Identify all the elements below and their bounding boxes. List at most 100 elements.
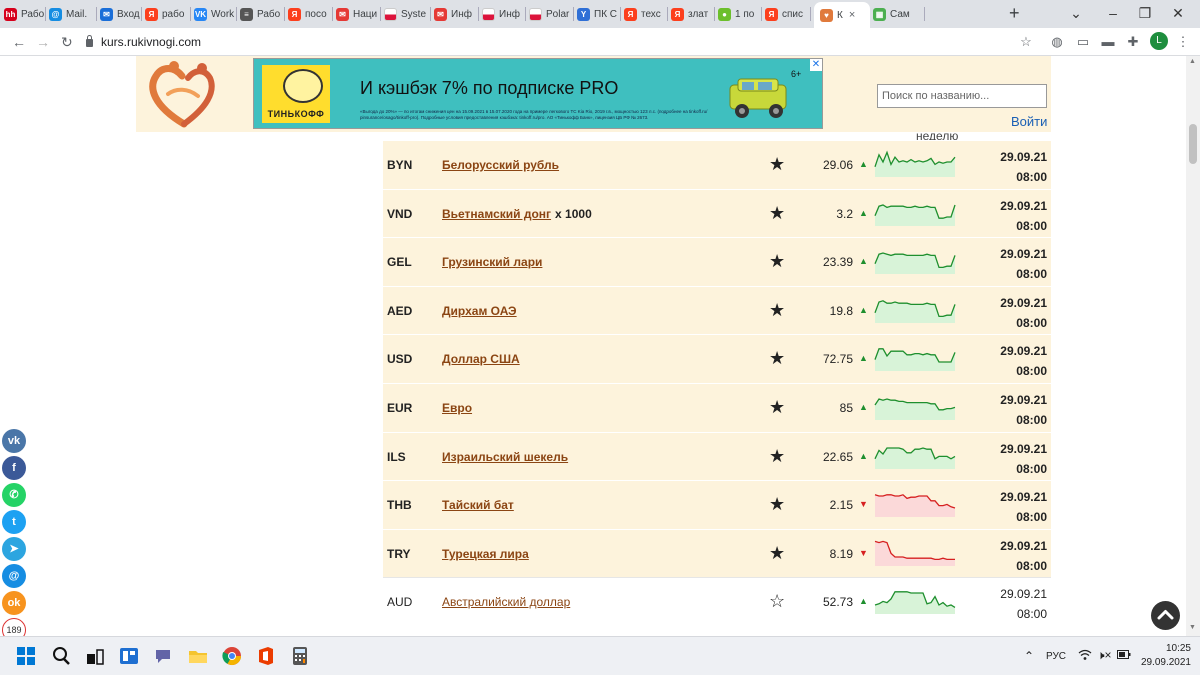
wifi-icon[interactable] xyxy=(1078,649,1092,664)
back-icon[interactable]: ← xyxy=(12,33,26,51)
favorite-star-filled-icon[interactable]: ★ xyxy=(769,251,785,271)
tab-close-icon[interactable]: × xyxy=(849,9,855,21)
tab[interactable]: Инф xyxy=(482,4,526,24)
rate-row: BYN Белорусский рубль ★ 29.06 ▲ 29.09.21 08:00 xyxy=(383,140,1051,189)
bookmark-star-icon[interactable]: ☆ xyxy=(1018,34,1034,50)
extension-car-icon[interactable]: ▬ xyxy=(1100,34,1116,50)
share-vk-icon[interactable]: vk xyxy=(2,429,26,453)
tab[interactable]: hh Рабо xyxy=(4,4,46,24)
tab[interactable]: Яспис xyxy=(765,4,811,24)
share-odnoklassniki-icon[interactable]: ok xyxy=(2,591,26,615)
favorite-star-filled-icon[interactable]: ★ xyxy=(769,543,785,563)
chrome-icon[interactable] xyxy=(222,646,242,666)
tray-chevron-up-icon[interactable]: ⌃ xyxy=(1024,649,1034,663)
yandex-market-icon: Y xyxy=(577,7,590,21)
scroll-to-top-button[interactable] xyxy=(1151,601,1180,630)
translate-icon[interactable]: ◍ xyxy=(1049,34,1065,50)
search-icon[interactable] xyxy=(51,646,71,666)
currency-name-link[interactable]: Грузинский лари xyxy=(442,255,542,269)
tab[interactable]: Syste xyxy=(384,4,431,24)
tab[interactable]: Ятехс xyxy=(624,4,668,24)
address-bar[interactable]: kurs.rukivnogi.com xyxy=(86,31,1046,53)
currency-name-link[interactable]: Израильский шекель xyxy=(442,450,568,464)
currency-name-link[interactable]: Доллар США xyxy=(442,352,520,366)
tab[interactable]: ● 1 по xyxy=(718,4,762,24)
tab[interactable]: Язлат xyxy=(671,4,715,24)
currency-name-link[interactable]: Австралийский доллар xyxy=(442,595,570,609)
favorite-star-filled-icon[interactable]: ★ xyxy=(769,348,785,368)
currency-name-cell: Тайский бат xyxy=(442,498,514,512)
currency-code: TRY xyxy=(387,546,411,561)
scroll-up-arrow-icon[interactable]: ▲ xyxy=(1189,58,1196,65)
site-logo-heart-icon[interactable] xyxy=(144,58,224,130)
tab-search-icon[interactable]: ⌄ xyxy=(1066,4,1086,22)
extension-cast-icon[interactable]: ▭ xyxy=(1075,34,1091,50)
forward-icon[interactable]: → xyxy=(36,33,50,51)
favorite-star-filled-icon[interactable]: ★ xyxy=(769,154,785,174)
rate-date: 29.09.21 xyxy=(1000,247,1047,262)
tab[interactable]: @ Mail. xyxy=(49,4,97,24)
scroll-down-arrow-icon[interactable]: ▼ xyxy=(1189,624,1196,631)
tab[interactable]: ✉ Инф xyxy=(434,4,479,24)
currency-name-link[interactable]: Тайский бат xyxy=(442,498,514,512)
minimize-button[interactable]: – xyxy=(1103,4,1123,22)
tab[interactable]: VK Work xyxy=(194,4,237,24)
share-telegram-icon[interactable]: ➤ xyxy=(2,537,26,561)
profile-avatar[interactable]: L xyxy=(1150,32,1168,50)
currency-name-link[interactable]: Турецкая лира xyxy=(442,547,529,561)
tab-title: Вход xyxy=(117,8,140,20)
tab[interactable]: ✉ Наци xyxy=(336,4,381,24)
favorite-star-filled-icon[interactable]: ★ xyxy=(769,397,785,417)
tinkoff-ad-banner[interactable]: ТИНЬКОФФ И кэшбэк 7% по подписке PRO «Вы… xyxy=(253,58,823,129)
tab[interactable]: ≡ Рабо xyxy=(240,4,285,24)
tab[interactable]: ▦ Сам xyxy=(873,4,925,24)
clock-time[interactable]: 10:25 xyxy=(1143,643,1191,654)
tab[interactable]: Polar xyxy=(529,4,574,24)
share-whatsapp-icon[interactable]: ✆ xyxy=(2,483,26,507)
favorite-star-empty-icon[interactable]: ☆ xyxy=(769,591,785,611)
tab[interactable]: Япосо xyxy=(288,4,333,24)
favorite-star-filled-icon[interactable]: ★ xyxy=(769,494,785,514)
volume-muted-icon[interactable]: 🕨× xyxy=(1097,648,1112,663)
start-windows-icon[interactable] xyxy=(16,646,36,666)
scrollbar-thumb[interactable] xyxy=(1189,124,1197,164)
ad-close-icon[interactable]: ✕ xyxy=(810,59,822,71)
task-view-icon[interactable] xyxy=(85,646,105,666)
tab[interactable]: ♥ К × xyxy=(814,2,870,28)
reload-icon[interactable]: ↻ xyxy=(61,33,73,51)
clock-date[interactable]: 29.09.2021 xyxy=(1133,657,1191,668)
browser-toolbar: ← → ↻ kurs.rukivnogi.com ☆ ◍ ▭ ▬ ✚ L ⋮ xyxy=(0,28,1200,56)
maximize-button[interactable]: ❐ xyxy=(1135,4,1155,22)
share-twitter-icon[interactable]: t xyxy=(2,510,26,534)
currency-name-link[interactable]: Евро xyxy=(442,401,472,415)
tab[interactable]: Y ПК С xyxy=(577,4,621,24)
favorite-star-filled-icon[interactable]: ★ xyxy=(769,300,785,320)
search-input[interactable] xyxy=(877,84,1047,108)
menu-kebab-icon[interactable]: ⋮ xyxy=(1175,34,1191,50)
currency-name-link[interactable]: Белорусский рубль xyxy=(442,158,559,172)
widgets-icon[interactable] xyxy=(119,646,139,666)
new-tab-button[interactable]: + xyxy=(1009,3,1020,23)
url-text: kurs.rukivnogi.com xyxy=(101,35,202,49)
file-explorer-icon[interactable] xyxy=(188,646,208,666)
tab[interactable]: Ярабо xyxy=(145,4,191,24)
tab[interactable]: ✉ Вход xyxy=(100,4,142,24)
currency-name-link[interactable]: Вьетнамский донг xyxy=(442,207,551,221)
login-link[interactable]: Войти xyxy=(1011,114,1047,129)
tab-title: Syste xyxy=(401,8,427,20)
tab-title: Сам xyxy=(890,8,910,20)
rate-time: 08:00 xyxy=(1016,267,1047,282)
page-scrollbar[interactable]: ▲ ▼ xyxy=(1186,56,1200,636)
favorite-star-filled-icon[interactable]: ★ xyxy=(769,203,785,223)
language-indicator[interactable]: РУС xyxy=(1046,651,1066,662)
share-facebook-icon[interactable]: f xyxy=(2,456,26,480)
close-window-button[interactable]: ✕ xyxy=(1168,4,1188,22)
favorite-star-filled-icon[interactable]: ★ xyxy=(769,446,785,466)
battery-icon[interactable] xyxy=(1117,650,1131,662)
calculator-icon[interactable] xyxy=(290,646,310,666)
share-email-icon[interactable]: @ xyxy=(2,564,26,588)
teams-chat-icon[interactable] xyxy=(153,646,173,666)
extensions-puzzle-icon[interactable]: ✚ xyxy=(1125,34,1141,50)
currency-name-link[interactable]: Дирхам ОАЭ xyxy=(442,304,517,318)
office-icon[interactable] xyxy=(256,646,276,666)
